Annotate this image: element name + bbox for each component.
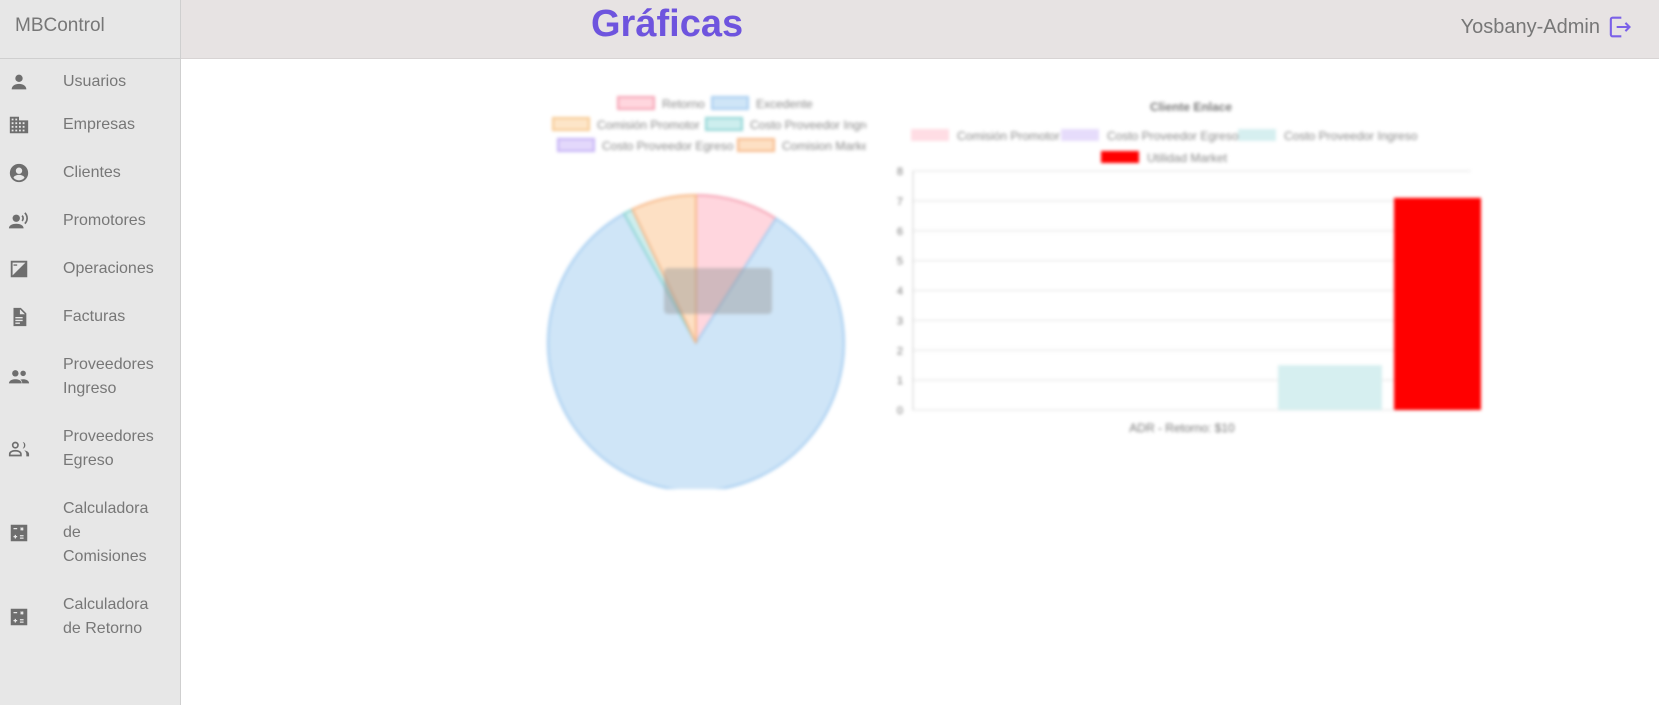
brand-logo[interactable]: MBControl bbox=[0, 0, 180, 59]
pie-legend-label: Costo Proveedor Ingreso bbox=[750, 118, 866, 132]
sidebar-item-label: Empresas bbox=[63, 116, 136, 133]
page-title: Gráficas bbox=[591, 3, 744, 45]
pie-legend-label: Comisión Promotor bbox=[597, 118, 700, 132]
group-icon bbox=[8, 366, 30, 388]
bar-y-tick: 0 bbox=[897, 405, 903, 417]
bar-legend-swatch bbox=[1101, 151, 1139, 163]
bar-x-tick: ADR - Retorno: $10 bbox=[1129, 421, 1235, 435]
bar bbox=[1278, 365, 1382, 410]
sidebar-item-usuarios[interactable]: Usuarios bbox=[0, 63, 180, 101]
account-circle-icon bbox=[8, 162, 30, 184]
sidebar-item-label: Clientes bbox=[63, 164, 121, 181]
bar-chart-title: Cliente Enlace bbox=[1150, 100, 1232, 114]
user-menu: Yosbany-Admin bbox=[1461, 13, 1633, 41]
bar-legend-swatch bbox=[911, 129, 949, 141]
pie-legend-swatch bbox=[711, 96, 749, 110]
sidebar-item-label: Proveedores Egreso bbox=[63, 428, 154, 469]
sidebar-item-label: Promotores bbox=[63, 212, 146, 229]
bar-chart: Cliente Enlace Comisión Promotor Costo Pro… bbox=[897, 100, 1481, 435]
bar-legend-label: Utilidad Market bbox=[1147, 151, 1228, 165]
sidebar-item-calculadora-comisiones[interactable]: Calculadora de Comisiones bbox=[0, 485, 180, 581]
bar-y-tick: 4 bbox=[897, 286, 903, 298]
pie-legend-label: Costo Proveedor Egreso bbox=[602, 139, 734, 153]
pie-legend-swatch bbox=[557, 138, 595, 152]
sidebar: MBControl Usuarios Empresas Clientes Pro… bbox=[0, 0, 181, 705]
exposure-icon bbox=[8, 258, 30, 280]
person-icon bbox=[8, 71, 30, 93]
pie-tooltip bbox=[664, 268, 772, 314]
bar-legend-swatch bbox=[1061, 129, 1099, 141]
pie-legend-swatch bbox=[552, 117, 590, 131]
calculate-icon bbox=[8, 522, 30, 544]
bar-y-tick: 3 bbox=[897, 315, 903, 327]
bar-y-tick: 1 bbox=[897, 375, 903, 387]
top-bar: Gráficas Yosbany-Admin bbox=[181, 0, 1659, 59]
bar-y-tick: 7 bbox=[897, 196, 903, 208]
sidebar-item-label: Proveedores Ingreso bbox=[63, 356, 154, 397]
sidebar-item-label: Calculadora de Retorno bbox=[63, 596, 149, 637]
pie-legend-swatch bbox=[705, 117, 743, 131]
sidebar-item-label: Calculadora de Comisiones bbox=[63, 500, 149, 565]
sidebar-nav: Usuarios Empresas Clientes Promotores Op… bbox=[0, 59, 180, 653]
sidebar-item-label: Usuarios bbox=[63, 73, 127, 90]
sidebar-item-label: Operaciones bbox=[63, 260, 154, 277]
pie-legend-swatch bbox=[737, 138, 775, 152]
calculate-icon bbox=[8, 606, 30, 628]
sidebar-item-promotores[interactable]: Promotores bbox=[0, 197, 180, 245]
sidebar-item-proveedores-egreso[interactable]: Proveedores Egreso bbox=[0, 413, 180, 485]
pie-legend-swatch bbox=[617, 96, 655, 110]
group-outline-icon bbox=[8, 438, 30, 460]
charts-area: Retorno Excedente Comisión Promotor Costo P… bbox=[181, 59, 1659, 705]
bar-y-tick: 5 bbox=[897, 256, 903, 268]
sidebar-item-empresas[interactable]: Empresas bbox=[0, 101, 180, 149]
bar-y-tick: 6 bbox=[897, 226, 903, 238]
pie-chart: Retorno Excedente Comisión Promotor Costo P… bbox=[547, 96, 866, 489]
bar bbox=[1394, 197, 1481, 410]
document-icon bbox=[8, 306, 30, 328]
bar-legend-label: Costo Proveedor Ingreso bbox=[1284, 129, 1418, 143]
sidebar-item-facturas[interactable]: Facturas bbox=[0, 293, 180, 341]
sidebar-item-clientes[interactable]: Clientes bbox=[0, 149, 180, 197]
pie-legend-label: Retorno bbox=[662, 97, 705, 111]
bar-legend-label: Comisión Promotor bbox=[957, 129, 1060, 143]
bar-y-tick: 2 bbox=[897, 345, 903, 357]
pie-legend-label: Excedente bbox=[756, 97, 813, 111]
bar-legend-swatch bbox=[1238, 129, 1276, 141]
building-icon bbox=[8, 114, 30, 136]
sidebar-item-label: Facturas bbox=[63, 308, 126, 325]
logout-icon[interactable] bbox=[1605, 13, 1633, 41]
bar-legend-label: Costo Proveedor Egreso bbox=[1107, 129, 1239, 143]
sidebar-item-proveedores-ingreso[interactable]: Proveedores Ingreso bbox=[0, 341, 180, 413]
sidebar-item-calculadora-retorno[interactable]: Calculadora de Retorno bbox=[0, 581, 180, 653]
sidebar-item-operaciones[interactable]: Operaciones bbox=[0, 245, 180, 293]
record-voice-icon bbox=[8, 210, 30, 232]
pie-legend-label: Comision Market bbox=[782, 139, 866, 153]
user-name: Yosbany-Admin bbox=[1460, 15, 1600, 38]
bar-y-tick: 8 bbox=[897, 166, 903, 178]
